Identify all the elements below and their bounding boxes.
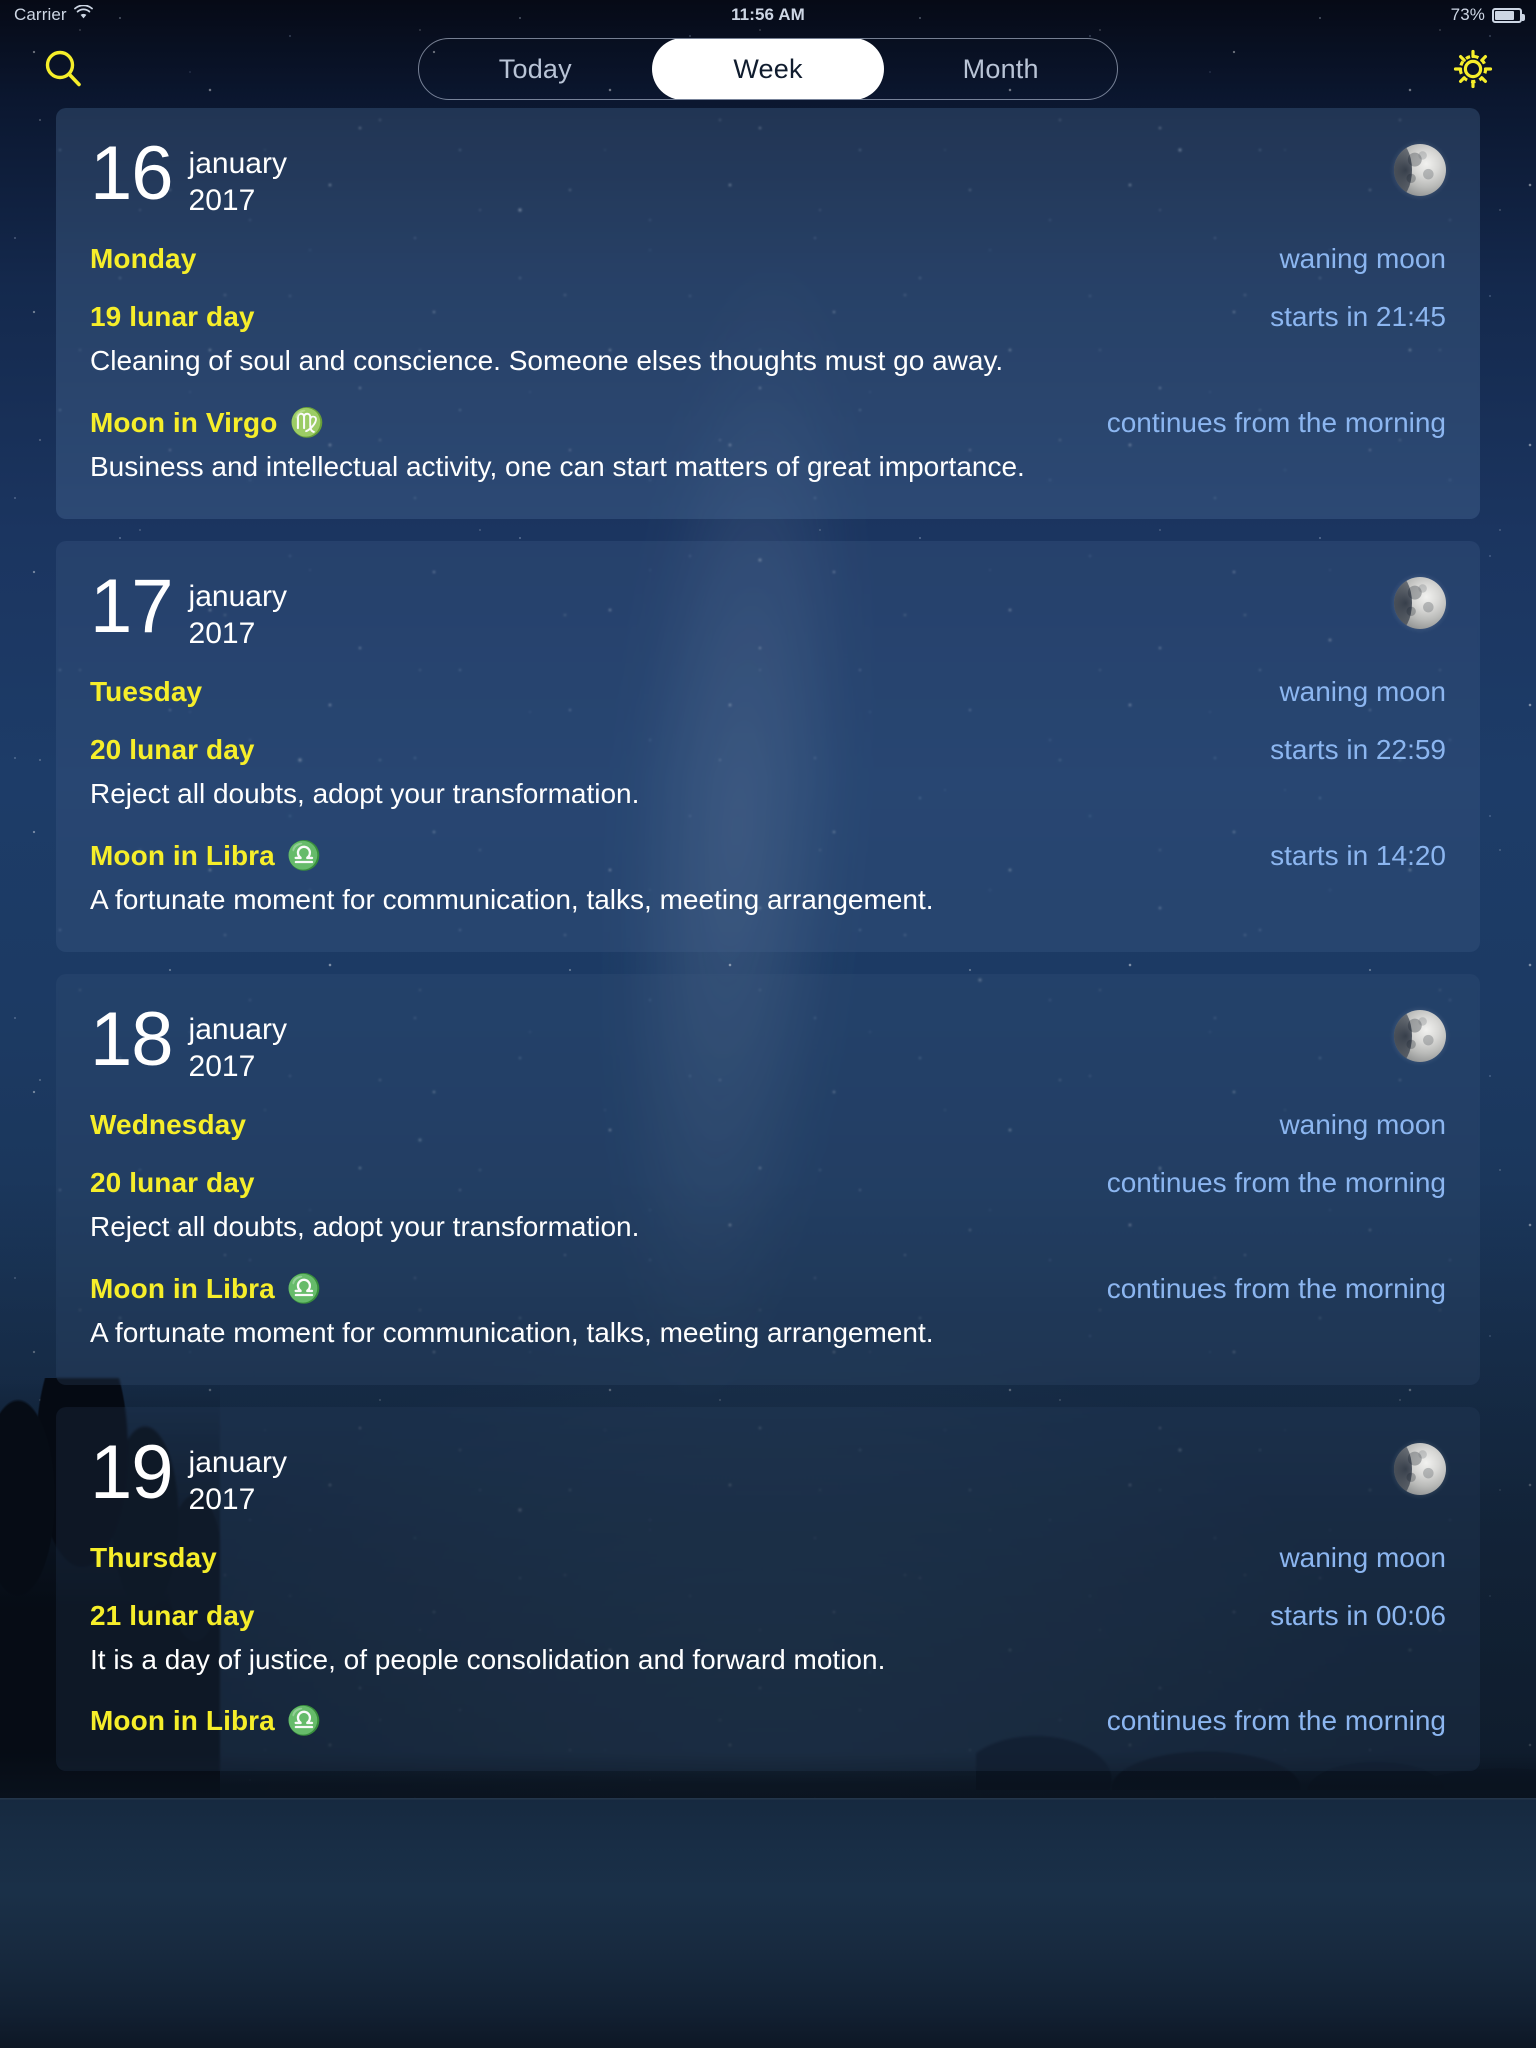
moon-sign-description: A fortunate moment for communication, ta… bbox=[90, 1316, 934, 1348]
lunar-day-label: 20 lunar day bbox=[90, 1167, 255, 1199]
day-number: 16 bbox=[90, 131, 174, 216]
moon-sign-label: Moon in Virgo ♍ bbox=[90, 406, 324, 439]
weekday-row: Tuesday waning moon bbox=[90, 676, 1446, 708]
lunar-day-description: It is a day of justice, of people consol… bbox=[90, 1644, 886, 1676]
day-card-header: 16 january 2017 bbox=[90, 131, 1446, 219]
lunar-day-description: Cleaning of soul and conscience. Someone… bbox=[90, 345, 1004, 377]
year-label: 2017 bbox=[188, 1049, 256, 1083]
moon-sign-time: continues from the morning bbox=[1106, 1705, 1446, 1737]
date-block: 18 january 2017 bbox=[90, 996, 287, 1085]
moon-sign-row: Moon in Virgo ♍ continues from the morni… bbox=[90, 406, 1446, 439]
lunar-day-row: 19 lunar day starts in 21:45 bbox=[90, 301, 1446, 333]
status-bar: Carrier 11:56 AM 73% bbox=[0, 0, 1536, 30]
year-label: 2017 bbox=[188, 1482, 256, 1516]
weekday-label: Tuesday bbox=[90, 676, 203, 708]
lunar-day-time: starts in 00:06 bbox=[1270, 1600, 1446, 1632]
day-card[interactable]: 19 january 2017 Thursday waning moon 21 … bbox=[56, 1406, 1480, 1772]
moon-sign-label: Moon in Libra ♎ bbox=[90, 1704, 322, 1737]
moon-waning-gibbous-icon bbox=[1394, 1009, 1446, 1062]
moon-sign-text: Moon in Libra bbox=[90, 1705, 275, 1737]
day-card[interactable]: 18 january 2017 Wednesday waning moon 20… bbox=[56, 973, 1480, 1385]
weekday-label: Wednesday bbox=[90, 1109, 246, 1141]
zodiac-libra-icon: ♎ bbox=[286, 1705, 322, 1737]
tab-today[interactable]: Today bbox=[419, 39, 652, 99]
tab-week[interactable]: Week bbox=[652, 39, 885, 99]
year-label: 2017 bbox=[188, 183, 256, 217]
month-label: january bbox=[188, 147, 287, 180]
moon-waning-gibbous-icon bbox=[1394, 576, 1446, 629]
search-icon[interactable] bbox=[30, 36, 96, 102]
zodiac-libra-icon: ♎ bbox=[286, 1272, 322, 1304]
lunar-day-label: 21 lunar day bbox=[90, 1600, 255, 1632]
lunar-day-time: continues from the morning bbox=[1106, 1167, 1446, 1199]
weekday-label: Monday bbox=[90, 243, 197, 275]
lunar-day-time: starts in 21:45 bbox=[1270, 301, 1446, 333]
year-label: 2017 bbox=[188, 616, 256, 650]
lunar-day-description: Reject all doubts, adopt your transforma… bbox=[90, 778, 640, 810]
lunar-day-label: 19 lunar day bbox=[90, 301, 255, 333]
lunar-day-row: 20 lunar day continues from the morning bbox=[90, 1167, 1446, 1199]
moon-waning-gibbous-icon bbox=[1394, 1442, 1446, 1495]
wifi-icon bbox=[73, 4, 93, 25]
zodiac-libra-icon: ♎ bbox=[286, 839, 322, 871]
month-label: january bbox=[188, 1445, 287, 1479]
moon-sign-text: Moon in Libra bbox=[90, 1272, 275, 1304]
day-number: 19 bbox=[90, 1429, 174, 1515]
weekday-row: Thursday waning moon bbox=[90, 1542, 1446, 1574]
weekday-row: Wednesday waning moon bbox=[90, 1109, 1446, 1141]
day-card[interactable]: 16 january 2017 Monday waning moon 19 lu… bbox=[56, 108, 1480, 519]
moon-waning-gibbous-icon bbox=[1394, 144, 1446, 196]
gear-icon[interactable] bbox=[1440, 36, 1506, 102]
moon-phase-label: waning moon bbox=[1279, 676, 1446, 708]
moon-sign-time: continues from the morning bbox=[1106, 406, 1446, 438]
lunar-day-label: 20 lunar day bbox=[90, 734, 255, 766]
moon-sign-label: Moon in Libra ♎ bbox=[90, 1272, 322, 1305]
carrier-label: Carrier bbox=[14, 5, 67, 24]
moon-sign-description: Business and intellectual activity, one … bbox=[90, 450, 1025, 482]
lunar-day-row: 21 lunar day starts in 00:06 bbox=[90, 1600, 1446, 1632]
navigation-bar: Today Week Month bbox=[0, 30, 1536, 108]
battery-icon bbox=[1492, 7, 1525, 23]
moon-phase-label: waning moon bbox=[1279, 1542, 1446, 1574]
moon-phase-label: waning moon bbox=[1279, 243, 1446, 275]
moon-sign-text: Moon in Virgo bbox=[90, 406, 278, 438]
day-number: 17 bbox=[90, 563, 174, 649]
moon-sign-time: continues from the morning bbox=[1106, 1272, 1446, 1304]
day-card[interactable]: 17 january 2017 Tuesday waning moon 20 l… bbox=[56, 540, 1480, 952]
moon-sign-text: Moon in Libra bbox=[90, 839, 275, 871]
day-card-header: 17 january 2017 bbox=[90, 563, 1446, 652]
moon-sign-row: Moon in Libra ♎ continues from the morni… bbox=[90, 1272, 1446, 1305]
moon-sign-description: A fortunate moment for communication, ta… bbox=[90, 883, 934, 915]
moon-sign-label: Moon in Libra ♎ bbox=[90, 839, 322, 872]
date-block: 17 january 2017 bbox=[90, 563, 287, 652]
lunar-day-row: 20 lunar day starts in 22:59 bbox=[90, 734, 1446, 766]
weekday-row: Monday waning moon bbox=[90, 243, 1446, 275]
moon-sign-time: starts in 14:20 bbox=[1270, 839, 1446, 871]
week-day-list[interactable]: 16 january 2017 Monday waning moon 19 lu… bbox=[0, 108, 1536, 2048]
date-block: 19 january 2017 bbox=[90, 1429, 287, 1518]
moon-sign-row: Moon in Libra ♎ continues from the morni… bbox=[90, 1704, 1446, 1737]
zodiac-virgo-icon: ♍ bbox=[289, 406, 325, 438]
date-block: 16 january 2017 bbox=[90, 131, 287, 219]
moon-phase-label: waning moon bbox=[1279, 1109, 1446, 1141]
tab-month[interactable]: Month bbox=[884, 39, 1117, 99]
moon-sign-row: Moon in Libra ♎ starts in 14:20 bbox=[90, 839, 1446, 872]
month-label: january bbox=[188, 579, 287, 613]
day-number: 18 bbox=[90, 996, 174, 1082]
lunar-day-description: Reject all doubts, adopt your transforma… bbox=[90, 1211, 640, 1243]
month-label: january bbox=[188, 1012, 287, 1046]
view-mode-segmented-control[interactable]: Today Week Month bbox=[418, 38, 1118, 100]
lunar-day-time: starts in 22:59 bbox=[1270, 734, 1446, 766]
status-time: 11:56 AM bbox=[731, 5, 805, 24]
weekday-label: Thursday bbox=[90, 1542, 217, 1574]
day-card-header: 19 january 2017 bbox=[90, 1429, 1446, 1518]
battery-percent: 73% bbox=[1450, 5, 1485, 24]
day-card-header: 18 january 2017 bbox=[90, 996, 1446, 1085]
